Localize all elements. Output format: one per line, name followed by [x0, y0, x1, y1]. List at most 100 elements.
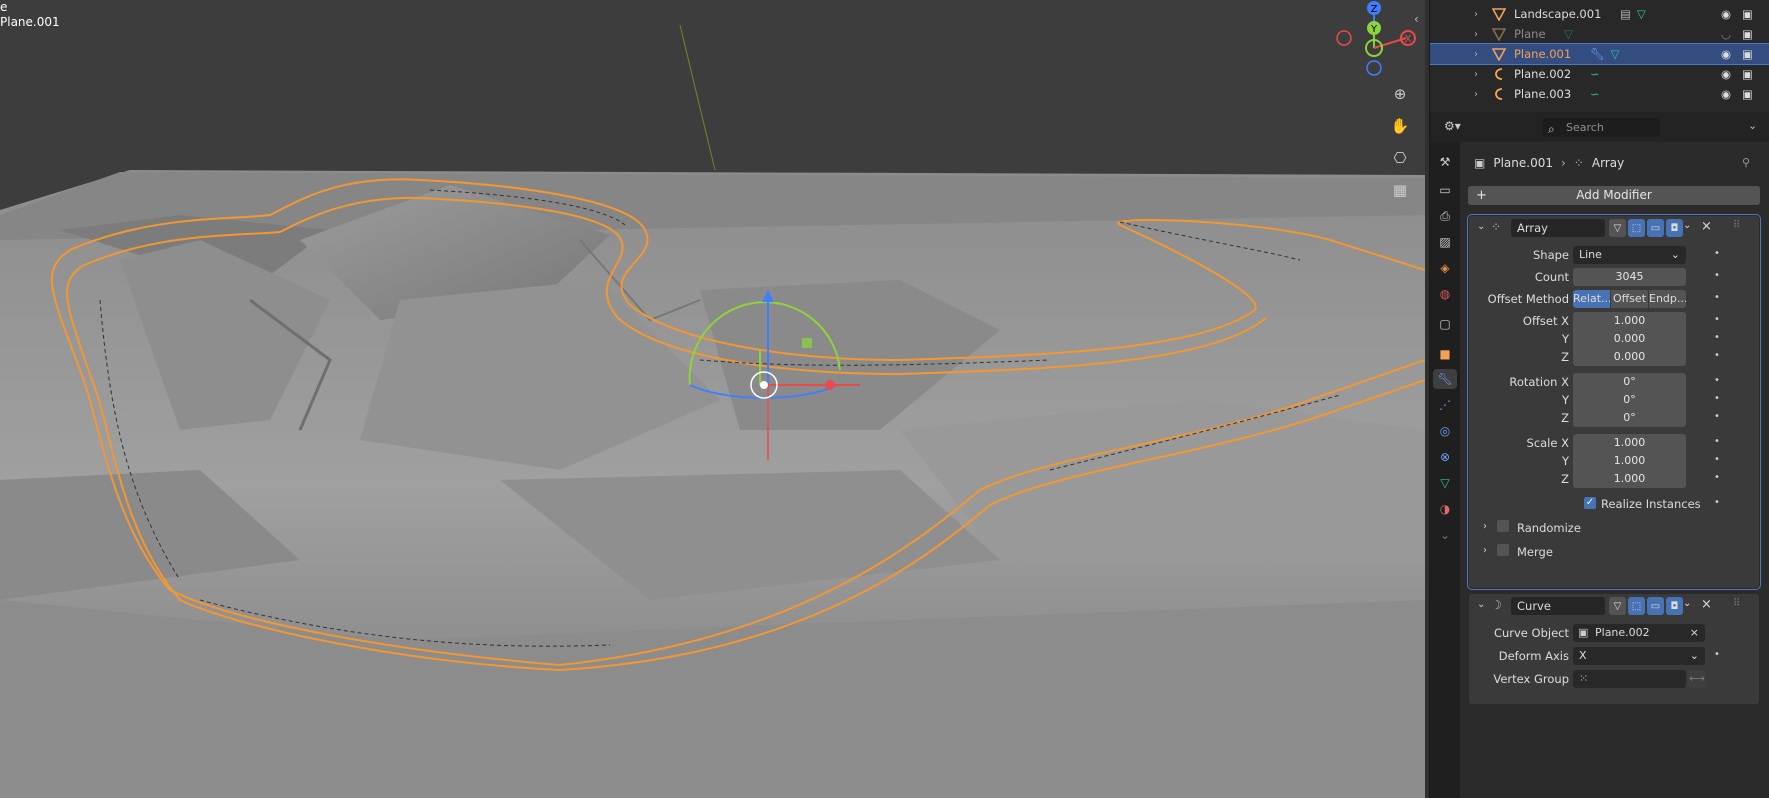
drag-handle-icon[interactable]: ⠿: [1733, 598, 1740, 609]
keyframe-dot-icon[interactable]: •: [1714, 292, 1720, 303]
eye-icon[interactable]: ◉: [1721, 47, 1731, 61]
deform-axis-select[interactable]: X ⌄: [1573, 647, 1705, 665]
modifier-name-field[interactable]: Array: [1511, 219, 1605, 237]
keyframe-dot-icon[interactable]: •: [1714, 350, 1720, 361]
outliner-row[interactable]: › Plane ▽ ◡ ▣: [1430, 24, 1769, 44]
camera-icon[interactable]: ▣: [1742, 67, 1753, 81]
tool-tab-icon[interactable]: ⚒: [1435, 152, 1455, 172]
outliner-row[interactable]: › Plane.003 ∽ ◉ ▣: [1430, 84, 1769, 104]
properties-editor[interactable]: ⚙▾ ⌕ Search ⌄ ⚒ ▭ ⎙ ▨ ◈ ◍ ▢ ■ 🔧︎ ⋰ ◎ ⊗ ▽ …: [1429, 112, 1769, 798]
scene-tab-icon[interactable]: ◈: [1435, 258, 1455, 278]
offset-method-relative[interactable]: Relat...: [1573, 290, 1610, 308]
rotation-z-field[interactable]: 0°: [1573, 409, 1686, 427]
eye-icon[interactable]: ◉: [1721, 87, 1731, 101]
offset-method-constant[interactable]: Offset: [1611, 290, 1648, 308]
offset-y-field[interactable]: 0.000: [1573, 330, 1686, 348]
collection-tab-icon[interactable]: ▢: [1435, 314, 1455, 334]
eye-closed-icon[interactable]: ◡: [1721, 27, 1731, 41]
drag-handle-icon[interactable]: ⠿: [1733, 220, 1740, 231]
editor-type-icon[interactable]: ⚙▾: [1444, 119, 1472, 135]
dropdown-icon[interactable]: ⌄: [1683, 598, 1691, 609]
collapse-chevron-icon[interactable]: ⌄: [1477, 599, 1485, 610]
outliner-row[interactable]: › Landscape.001 ▤ ▽ ◉ ▣: [1430, 4, 1769, 24]
eye-icon[interactable]: ◉: [1721, 67, 1731, 81]
3d-viewport[interactable]: e Plane.001 Z Y X ‹ ⊕ ✋ ⎔ ▦: [0, 0, 1425, 798]
expand-arrow-icon[interactable]: ›: [1474, 49, 1478, 60]
expand-arrow-icon[interactable]: ›: [1483, 545, 1487, 556]
more-tabs-icon[interactable]: ⌄: [1435, 525, 1455, 545]
world-tab-icon[interactable]: ◍: [1435, 284, 1455, 304]
particles-tab-icon[interactable]: ⋰: [1435, 395, 1455, 415]
keyframe-dot-icon[interactable]: •: [1714, 436, 1720, 447]
keyframe-dot-icon[interactable]: •: [1714, 497, 1720, 508]
merge-subpanel[interactable]: › Merge: [1469, 542, 1759, 562]
modifier-tab-icon[interactable]: 🔧︎: [1433, 369, 1457, 389]
pan-hand-icon[interactable]: ✋: [1386, 112, 1414, 140]
render-tab-icon[interactable]: ▭: [1435, 180, 1455, 200]
remove-modifier-icon[interactable]: ×: [1701, 597, 1712, 612]
realize-instances-checkbox[interactable]: ✓: [1584, 497, 1596, 509]
keyframe-dot-icon[interactable]: •: [1714, 454, 1720, 465]
expand-arrow-icon[interactable]: ›: [1474, 69, 1478, 80]
edit-cage-icon[interactable]: ▽: [1609, 219, 1626, 237]
camera-icon[interactable]: ▣: [1742, 47, 1753, 61]
randomize-subpanel[interactable]: › Randomize: [1469, 518, 1759, 538]
offset-method-endpoints[interactable]: Endp...: [1649, 290, 1686, 308]
editmode-toggle-icon[interactable]: ⬚: [1628, 219, 1645, 237]
camera-icon[interactable]: ▣: [1742, 7, 1753, 21]
dropdown-icon[interactable]: ⌄: [1683, 220, 1691, 231]
outliner-row[interactable]: › Plane.002 ∽ ◉ ▣: [1430, 64, 1769, 84]
keyframe-dot-icon[interactable]: •: [1714, 248, 1720, 259]
remove-modifier-icon[interactable]: ×: [1701, 219, 1712, 234]
clear-x-icon[interactable]: ×: [1690, 624, 1699, 642]
offset-x-field[interactable]: 1.000: [1573, 312, 1686, 330]
keyframe-dot-icon[interactable]: •: [1714, 270, 1720, 281]
pin-icon[interactable]: ⚲: [1742, 156, 1750, 169]
keyframe-dot-icon[interactable]: •: [1714, 375, 1720, 386]
expand-arrow-icon[interactable]: ›: [1474, 89, 1478, 100]
rotation-x-field[interactable]: 0°: [1573, 373, 1686, 391]
terrain-scene[interactable]: [0, 0, 1425, 798]
randomize-checkbox[interactable]: [1497, 520, 1509, 532]
count-field[interactable]: 3045: [1573, 268, 1686, 286]
constraints-tab-icon[interactable]: ⊗: [1435, 447, 1455, 467]
grid-view-icon[interactable]: ▦: [1386, 176, 1414, 204]
modifier-name-field[interactable]: Curve: [1511, 597, 1605, 615]
keyframe-dot-icon[interactable]: •: [1714, 393, 1720, 404]
expand-arrow-icon[interactable]: ›: [1483, 521, 1487, 532]
outliner[interactable]: › Landscape.001 ▤ ▽ ◉ ▣ › Plane ▽ ◡ ▣ › P…: [1429, 0, 1769, 112]
expand-arrow-icon[interactable]: ›: [1474, 9, 1478, 20]
scale-y-field[interactable]: 1.000: [1573, 452, 1686, 470]
keyframe-dot-icon[interactable]: •: [1714, 472, 1720, 483]
scale-z-field[interactable]: 1.000: [1573, 470, 1686, 488]
shape-select[interactable]: Line ⌄: [1573, 246, 1686, 264]
search-input[interactable]: ⌕ Search: [1542, 118, 1660, 137]
physics-tab-icon[interactable]: ◎: [1435, 421, 1455, 441]
merge-checkbox[interactable]: [1497, 544, 1509, 556]
render-toggle-icon[interactable]: ◘: [1666, 597, 1683, 615]
vertex-group-field[interactable]: ⁙: [1573, 670, 1686, 688]
camera-icon[interactable]: ▣: [1742, 87, 1753, 101]
viewport-toggle-icon[interactable]: ▭: [1647, 597, 1664, 615]
scale-x-field[interactable]: 1.000: [1573, 434, 1686, 452]
output-tab-icon[interactable]: ⎙: [1435, 206, 1455, 226]
offset-z-field[interactable]: 0.000: [1573, 348, 1686, 366]
navigation-gizmo[interactable]: Z Y X: [1320, 0, 1420, 80]
camera-view-icon[interactable]: ⎔: [1386, 144, 1414, 172]
keyframe-dot-icon[interactable]: •: [1714, 332, 1720, 343]
chevron-down-icon[interactable]: ⌄: [1748, 119, 1757, 132]
editmode-toggle-icon[interactable]: ⬚: [1628, 597, 1645, 615]
data-tab-icon[interactable]: ▽: [1435, 473, 1455, 493]
zoom-icon[interactable]: ⊕: [1386, 80, 1414, 108]
chevron-left-icon[interactable]: ‹: [1414, 12, 1419, 26]
invert-icon[interactable]: ⟷: [1688, 670, 1706, 688]
object-tab-icon[interactable]: ■: [1435, 344, 1455, 364]
collapse-chevron-icon[interactable]: ⌄: [1477, 221, 1485, 232]
view-layer-tab-icon[interactable]: ▨: [1435, 232, 1455, 252]
keyframe-dot-icon[interactable]: •: [1714, 649, 1720, 660]
expand-arrow-icon[interactable]: ›: [1474, 29, 1478, 40]
outliner-row-selected[interactable]: › Plane.001 🔧︎ ▽ ◉ ▣: [1430, 43, 1769, 65]
viewport-toggle-icon[interactable]: ▭: [1647, 219, 1664, 237]
add-modifier-button[interactable]: + Add Modifier: [1468, 186, 1760, 205]
keyframe-dot-icon[interactable]: •: [1714, 314, 1720, 325]
